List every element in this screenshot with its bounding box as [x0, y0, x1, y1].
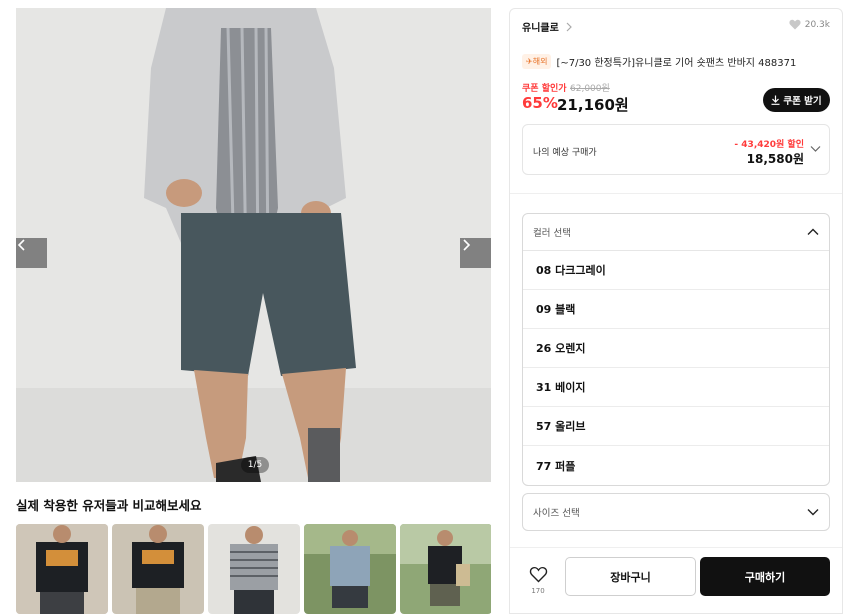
- download-icon: [771, 95, 780, 105]
- color-option[interactable]: 77 퍼플: [523, 446, 829, 485]
- review-photo-strip: [16, 524, 491, 614]
- section-divider: [510, 193, 842, 194]
- wishlist-count: 170: [531, 587, 545, 595]
- estimated-price-box[interactable]: 나의 예상 구매가 - 43,420원 할인 18,580원: [522, 124, 830, 175]
- review-photo[interactable]: [112, 524, 204, 614]
- color-option[interactable]: 26 오렌지: [523, 329, 829, 368]
- color-select-placeholder: 컬러 선택: [533, 228, 571, 239]
- chevron-up-icon: [807, 228, 819, 235]
- brand-link[interactable]: 유니클로: [522, 19, 572, 34]
- color-option[interactable]: 57 올리브: [523, 407, 829, 446]
- add-to-cart-button[interactable]: 장바구니: [565, 557, 696, 596]
- heart-outline-icon: [529, 566, 547, 583]
- chevron-left-icon: [17, 239, 25, 251]
- image-counter: 1/5: [241, 457, 269, 473]
- chevron-right-icon: [566, 22, 572, 31]
- previous-image-button[interactable]: [16, 238, 47, 268]
- purchase-panel: 유니클로 20.3k ✈해외 [~7/30 한정특가]유니클로 기어 숏팬츠 반…: [509, 8, 843, 614]
- product-title: [~7/30 한정특가]유니클로 기어 숏팬츠 반바지 488371: [556, 58, 797, 69]
- estimated-discount: - 43,420원 할인: [734, 140, 804, 150]
- next-image-button[interactable]: [460, 238, 491, 268]
- discount-rate: 65%: [522, 94, 558, 112]
- size-select-placeholder: 사이즈 선택: [533, 508, 580, 519]
- color-option[interactable]: 08 다크그레이: [523, 251, 829, 290]
- product-photo: [16, 8, 491, 482]
- review-photo[interactable]: [400, 524, 491, 614]
- buy-now-button[interactable]: 구매하기: [700, 557, 830, 596]
- wishlist-button[interactable]: 170: [524, 566, 552, 604]
- heart-icon: [789, 19, 801, 30]
- color-select-dropdown: 컬러 선택 08 다크그레이 09 블랙 26 오렌지 31 베이지 57 올리…: [522, 213, 830, 486]
- coupon-download-label: 쿠폰 받기: [783, 96, 822, 107]
- purchase-action-bar: 170 장바구니 구매하기: [510, 547, 842, 614]
- coupon-price-label: 쿠폰 할인가: [522, 84, 567, 94]
- review-photo[interactable]: [304, 524, 396, 614]
- size-select-dropdown[interactable]: 사이즈 선택: [522, 493, 830, 531]
- chevron-down-icon: [807, 509, 819, 516]
- brand-name: 유니클로: [522, 23, 559, 34]
- chevron-right-icon: [463, 239, 471, 251]
- color-option[interactable]: 31 베이지: [523, 368, 829, 407]
- product-title-row: ✈해외 [~7/30 한정특가]유니클로 기어 숏팬츠 반바지 488371: [522, 54, 832, 69]
- original-price: 62,000원: [570, 84, 610, 94]
- color-option[interactable]: 09 블랙: [523, 290, 829, 329]
- review-photo[interactable]: [16, 524, 108, 614]
- like-summary[interactable]: 20.3k: [789, 19, 830, 30]
- coupon-download-button[interactable]: 쿠폰 받기: [763, 88, 830, 112]
- estimated-price: 18,580원: [746, 152, 804, 166]
- like-total: 20.3k: [804, 19, 830, 30]
- sale-price: 21,160원: [557, 96, 629, 114]
- estimated-price-label: 나의 예상 구매가: [533, 148, 597, 158]
- color-select-header[interactable]: 컬러 선택: [523, 214, 829, 251]
- product-image: 1/5: [16, 8, 491, 482]
- overseas-badge: ✈해외: [522, 54, 552, 69]
- chevron-down-icon: [810, 146, 821, 152]
- review-photo[interactable]: [208, 524, 300, 614]
- review-photos-title: 실제 착용한 유저들과 비교해보세요: [16, 498, 202, 513]
